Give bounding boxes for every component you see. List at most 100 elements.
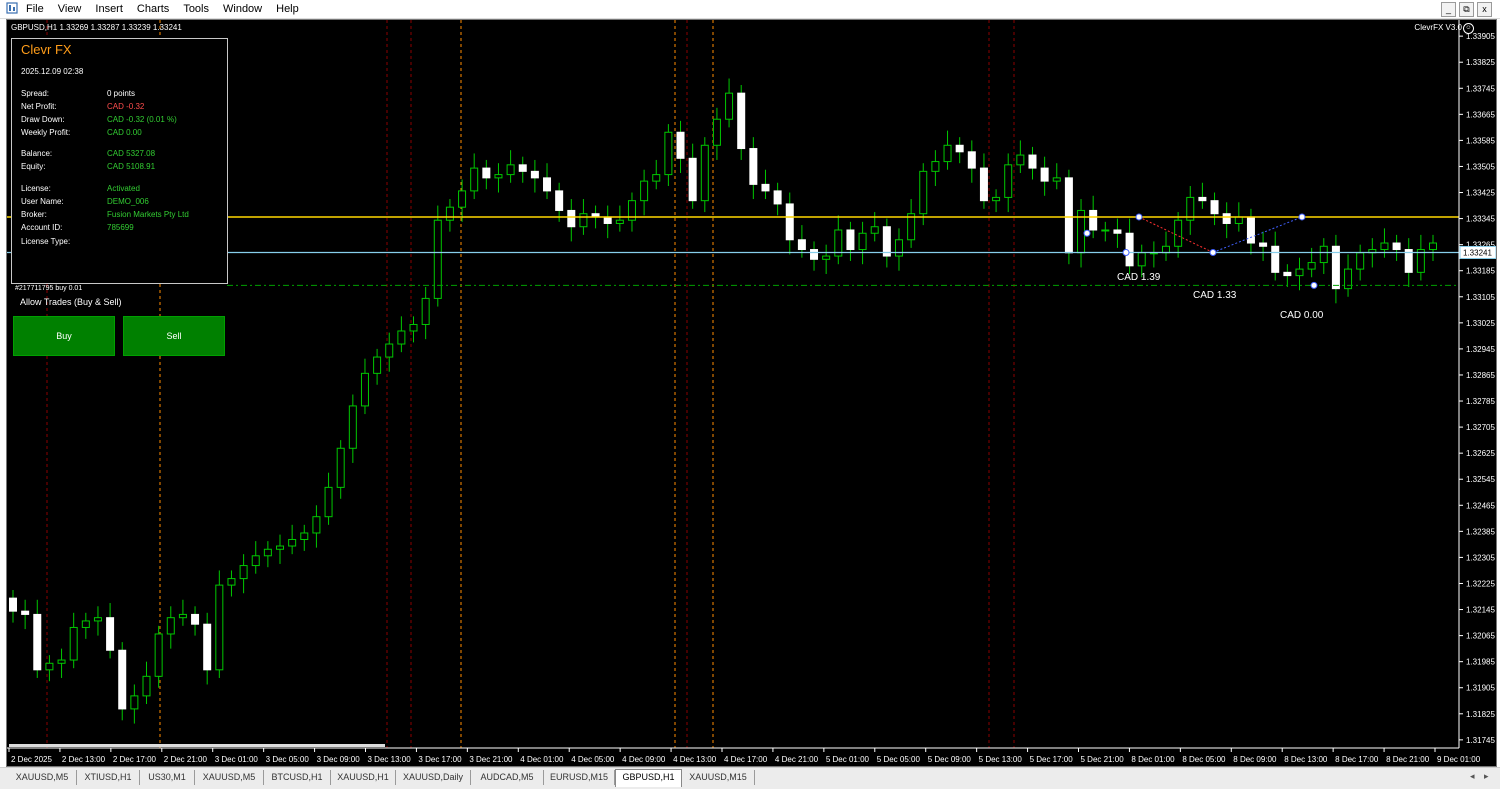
- price-tick-label: 1.33745: [1466, 84, 1495, 93]
- candle-body: [652, 174, 661, 182]
- close-button[interactable]: x: [1477, 2, 1492, 17]
- candle-body: [1089, 209, 1098, 231]
- time-tick-label: 8 Dec 01:00: [1131, 755, 1175, 764]
- menu-help[interactable]: Help: [276, 3, 299, 15]
- price-tick-label: 1.31985: [1466, 658, 1495, 667]
- candle-body: [749, 148, 758, 185]
- candle-body: [409, 323, 418, 332]
- candle-body: [1174, 219, 1183, 247]
- chart-window[interactable]: 1.33905 1.33825 1.33745 1.33665 1.33585 1.335…: [6, 19, 1497, 767]
- candle-body: [154, 633, 163, 677]
- candle-body: [797, 239, 806, 251]
- candle-body: [943, 144, 952, 163]
- tab-prev-icon[interactable]: ◂: [1470, 771, 1475, 782]
- candle-body: [1356, 252, 1365, 270]
- tab-us30-m1[interactable]: US30,M1: [140, 770, 195, 785]
- candle-body: [227, 578, 236, 586]
- candle-body: [761, 183, 770, 192]
- menu-window[interactable]: Window: [223, 3, 262, 15]
- candle-body: [773, 190, 782, 205]
- price-tick-label: 1.33585: [1466, 136, 1495, 145]
- candle-body: [640, 180, 649, 202]
- candle-body: [385, 343, 394, 358]
- menu-tools[interactable]: Tools: [183, 3, 209, 15]
- tab-btcusd-h1[interactable]: BTCUSD,H1: [264, 770, 331, 785]
- balance-value: CAD 5327.08: [107, 149, 156, 158]
- candle-body: [567, 209, 576, 228]
- time-tick-label: 4 Dec 09:00: [622, 755, 666, 764]
- menu-charts[interactable]: Charts: [137, 3, 169, 15]
- candle-body: [894, 239, 903, 257]
- draw-down-value: CAD -0.32 (0.01 %): [107, 115, 177, 124]
- menu-file[interactable]: File: [26, 3, 44, 15]
- balance-label: Balance:: [21, 149, 53, 158]
- menu-insert[interactable]: Insert: [95, 3, 123, 15]
- candle-body: [846, 229, 855, 251]
- time-tick-label: 5 Dec 17:00: [1030, 755, 1074, 764]
- window-buttons: _ ⧉ x: [1438, 2, 1492, 17]
- price-tick-label: 1.32385: [1466, 527, 1495, 536]
- price-tick-label: 1.32465: [1466, 501, 1495, 510]
- tab-xauusd-daily[interactable]: XAUUSD,Daily: [396, 770, 471, 785]
- price-tick-label: 1.33825: [1466, 58, 1495, 67]
- candle-body: [142, 675, 151, 697]
- tab-next-icon[interactable]: ▸: [1484, 771, 1489, 782]
- tab-xauusd-m5[interactable]: XAUUSD,M5: [8, 770, 77, 785]
- candle-body: [1246, 216, 1255, 244]
- menu-view[interactable]: View: [58, 3, 82, 15]
- candle-body: [1004, 164, 1013, 198]
- restore-button[interactable]: ⧉: [1459, 2, 1474, 17]
- price-tick-label: 1.32065: [1466, 632, 1495, 641]
- price-tick-label: 1.33185: [1466, 267, 1495, 276]
- trade-marker: [1298, 213, 1306, 221]
- spread-label: Spread:: [21, 89, 50, 98]
- tab-xauusd-m15[interactable]: XAUUSD,M15: [682, 770, 755, 785]
- tab-xtiusd-h1[interactable]: XTIUSD,H1: [77, 770, 140, 785]
- price-tick-label: 1.32225: [1466, 579, 1495, 588]
- candle-body: [93, 617, 102, 622]
- price-tick-label: 1.32865: [1466, 371, 1495, 380]
- candle-body: [931, 161, 940, 172]
- time-tick-label: 8 Dec 05:00: [1182, 755, 1226, 764]
- candle-body: [239, 565, 248, 580]
- trade-label-3: CAD 0.00: [1280, 310, 1324, 321]
- weekly-profit-value: CAD 0.00: [107, 128, 142, 137]
- time-tick-label: 8 Dec 17:00: [1335, 755, 1379, 764]
- ea-brand-label: ClevrFX V3.0: [1414, 23, 1462, 32]
- candle-body: [955, 144, 964, 153]
- tab-xauusd-h1[interactable]: XAUUSD,H1: [331, 770, 396, 785]
- tab-eurusd-m15[interactable]: EURUSD,M15: [544, 770, 615, 785]
- user-name-label: User Name:: [21, 197, 64, 206]
- time-tick-label: 8 Dec 13:00: [1284, 755, 1328, 764]
- candlestick-chart[interactable]: 1.339051.338251.337451.336651.335851.335…: [7, 20, 1496, 766]
- order-line-label: #217711795 buy 0.01: [15, 285, 83, 292]
- candle-body: [1259, 242, 1268, 247]
- candle-body: [1283, 271, 1292, 277]
- candle-body: [1198, 196, 1207, 202]
- candle-body: [445, 206, 454, 221]
- time-tick-label: 3 Dec 09:00: [317, 755, 361, 764]
- price-tick-label: 1.32785: [1466, 397, 1495, 406]
- tab-gbpusd-h1[interactable]: GBPUSD,H1: [615, 769, 682, 787]
- account-id-label: Account ID:: [21, 223, 63, 232]
- candle-body: [1064, 177, 1073, 254]
- candle-body: [166, 617, 175, 635]
- price-tick-label: 1.32545: [1466, 475, 1495, 484]
- tab-audcad-m5[interactable]: AUDCAD,M5: [471, 770, 544, 785]
- candle-body: [324, 486, 333, 518]
- trade-label-2: CAD 1.33: [1193, 290, 1237, 301]
- net-profit-label: Net Profit:: [21, 102, 57, 111]
- price-tick-label: 1.33425: [1466, 189, 1495, 198]
- candle-body: [1040, 167, 1049, 182]
- candle-body: [1319, 245, 1328, 264]
- candle-body: [69, 626, 78, 661]
- license-label: License:: [21, 184, 51, 193]
- candle-body: [397, 330, 406, 345]
- sell-button[interactable]: Sell: [123, 316, 225, 356]
- trade-marker: [1083, 229, 1091, 237]
- tab-xauusd-m5-2[interactable]: XAUUSD,M5: [195, 770, 264, 785]
- minimize-button[interactable]: _: [1441, 2, 1456, 17]
- buy-button[interactable]: Buy: [13, 316, 115, 356]
- price-tick-label: 1.32945: [1466, 345, 1495, 354]
- trade-marker: [1209, 248, 1217, 256]
